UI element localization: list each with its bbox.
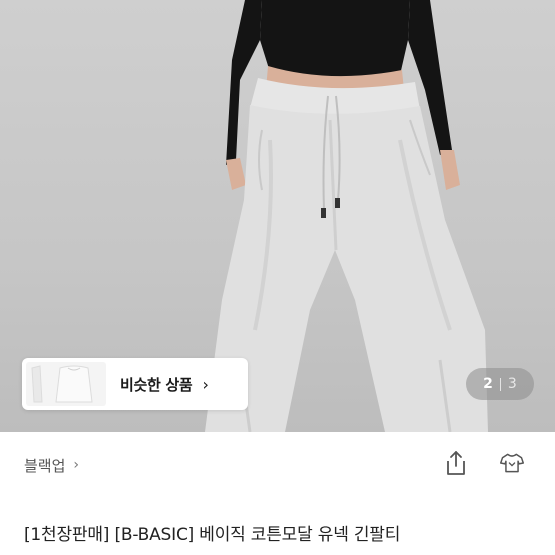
chevron-right-icon: › [202,374,209,394]
tshirt-icon [499,453,525,473]
action-buttons [443,448,525,478]
share-button[interactable] [443,448,469,478]
chevron-right-icon: › [73,457,80,473]
store-link[interactable]: 블랙업 › [24,455,79,476]
image-page-indicator: 2 3 [466,368,534,400]
store-row: 블랙업 › [0,432,555,498]
similar-product-thumbnail [26,362,106,406]
virtual-fitting-button[interactable] [499,448,525,478]
product-image-carousel[interactable]: 비슷한 상품 › 2 3 [0,0,555,432]
product-title: [1천장판매] [B-BASIC] 베이직 코튼모달 유넥 긴팔티 [24,525,401,545]
similar-products-label: 비슷한 상품 [120,375,193,394]
similar-products-button[interactable]: 비슷한 상품 › [22,358,248,410]
store-name: 블랙업 [24,456,66,475]
share-icon [447,451,465,475]
total-pages: 3 [507,376,517,392]
page-separator [499,377,501,391]
current-page: 2 [483,376,493,392]
